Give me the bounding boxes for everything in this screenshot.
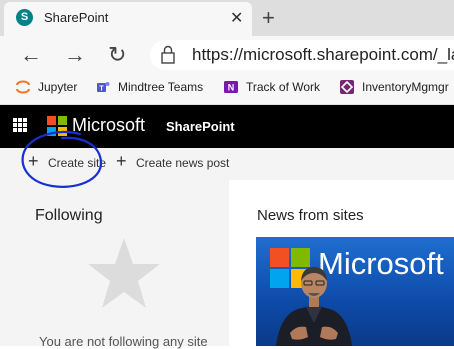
svg-text:N: N [228, 83, 235, 93]
favorite-jupyter[interactable]: Jupyter [38, 80, 77, 94]
following-empty-message: You are not following any site [39, 334, 208, 349]
plus-icon: + [116, 151, 127, 171]
tab-title: SharePoint [44, 10, 109, 25]
news-heading: News from sites [257, 207, 364, 224]
new-tab-button[interactable]: + [262, 5, 275, 31]
lock-icon[interactable] [160, 45, 176, 65]
favorite-inventorymgmgr[interactable]: InventoryMgmgr [362, 80, 449, 94]
speaker-figure [276, 267, 352, 346]
favorite-mindtree-teams[interactable]: Mindtree Teams [118, 80, 203, 94]
address-url[interactable]: https://microsoft.sharepoint.com/_la [192, 45, 454, 65]
star-icon [88, 238, 160, 308]
sharepoint-icon: S [16, 9, 33, 26]
browser-tab[interactable] [4, 2, 252, 36]
svg-text:T: T [99, 86, 104, 93]
close-tab-icon[interactable]: ✕ [230, 8, 243, 28]
favorite-track-of-work[interactable]: Track of Work [246, 80, 320, 94]
annotation-circle [21, 130, 103, 188]
create-news-post-button[interactable]: Create news post [136, 156, 229, 170]
teams-icon: T [97, 82, 110, 93]
sharepoint-app-name[interactable]: SharePoint [166, 119, 235, 134]
powerapps-icon [340, 80, 354, 94]
back-button[interactable]: ← [20, 42, 42, 68]
onenote-icon: N [224, 81, 238, 93]
following-heading: Following [35, 207, 103, 224]
jupyter-icon [16, 80, 30, 94]
refresh-button[interactable]: ↻ [108, 42, 126, 68]
forward-button[interactable]: → [64, 42, 86, 68]
